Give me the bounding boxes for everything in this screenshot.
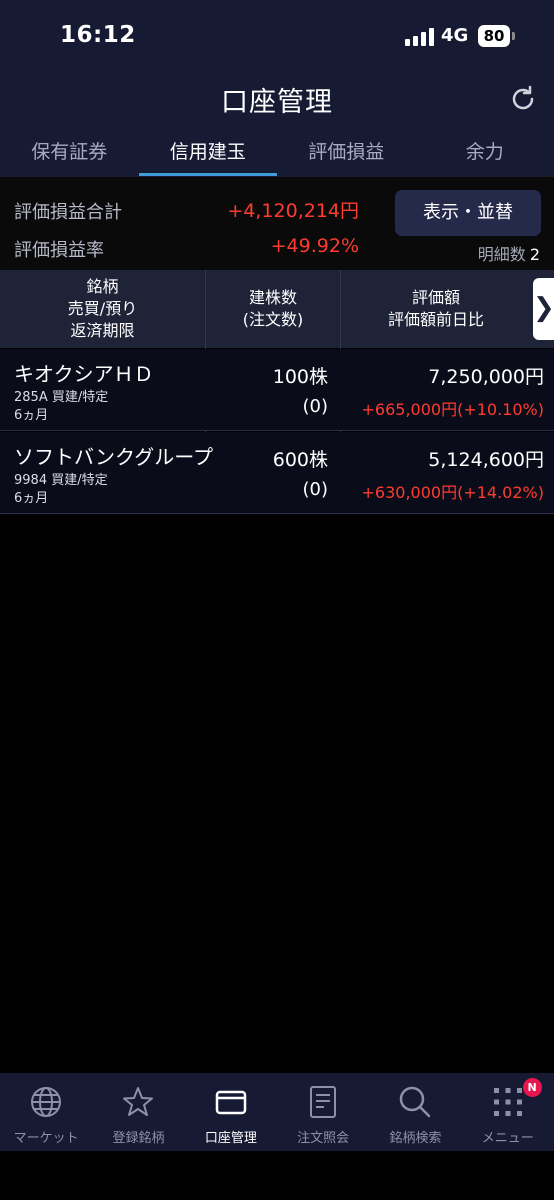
stock-code-type: 285A 買建/特定 [14,390,109,405]
stock-term: 6ヵ月 [14,491,49,506]
valuation-change: +630,000円(+14.02%) [361,483,544,502]
stock-name: ソフトバンクグループ [14,445,213,469]
detail-count: 明細数 2 [478,241,540,265]
nav-watchlist[interactable]: 登録銘柄 [92,1073,184,1151]
detail-count-value: 2 [529,245,540,264]
valuation: 5,124,600円 [428,449,544,471]
table-header: 銘柄 売買/預り 返済期限 建株数 (注文数) 評価額 評価額前日比 [0,270,554,348]
battery-tip [512,32,515,40]
tab-buying-power[interactable]: 余力 [416,132,554,176]
signal-icon [405,28,435,46]
globe-icon [31,1087,62,1117]
grid-menu-icon [493,1088,522,1116]
status-time: 16:12 [60,22,136,48]
scroll-right-button[interactable]: ❯ [533,278,554,340]
total-pl-value: +4,120,214円 [227,200,359,222]
nav-menu[interactable]: N メニュー [462,1073,554,1151]
star-icon [123,1087,154,1116]
nav-account[interactable]: 口座管理 [185,1073,277,1151]
order-quantity: (0) [302,479,329,500]
page-title: 口座管理 [221,87,333,118]
valuation: 7,250,000円 [428,366,544,388]
nav-label: 銘柄検索 [389,1131,442,1146]
tab-bar: 保有証券 信用建玉 評価損益 余力 [0,132,554,176]
table-row[interactable]: キオクシアＨＤ 285A 買建/特定 6ヵ月 100株 (0) 7,250,00… [0,349,554,431]
total-pl-label: 評価損益合計 [14,202,122,223]
nav-label: マーケット [13,1131,79,1146]
pl-rate-value: +49.92% [270,235,359,257]
order-quantity: (0) [302,396,329,417]
document-icon [310,1086,337,1118]
search-icon [400,1086,431,1118]
bottom-nav: マーケット 登録銘柄 口座管理 注文照会 銘柄検索 N メニュー [0,1073,554,1151]
nav-label: 口座管理 [204,1131,257,1146]
detail-count-label: 明細数 [477,245,526,264]
header-symbol[interactable]: 銘柄 売買/預り 返済期限 [0,270,205,348]
nav-orders[interactable]: 注文照会 [277,1073,369,1151]
chevron-right-icon: ❯ [533,293,554,323]
tab-margin-positions[interactable]: 信用建玉 [138,132,278,176]
nav-label: 注文照会 [297,1131,350,1146]
status-bar: 16:12 4G 80 [0,0,554,66]
stock-name: キオクシアＨＤ [14,362,154,386]
home-indicator-area [0,1151,554,1200]
header-quantity[interactable]: 建株数 (注文数) [206,270,340,348]
nav-stock-search[interactable]: 銘柄検索 [369,1073,461,1151]
position-quantity: 600株 [272,449,328,471]
stock-term: 6ヵ月 [14,408,49,423]
tab-profit-loss[interactable]: 評価損益 [277,132,416,176]
card-icon [215,1090,247,1115]
stock-code-type: 9984 買建/特定 [14,473,108,488]
nav-label: メニュー [481,1131,534,1146]
summary-panel: 評価損益合計 +4,120,214円 評価損益率 +49.92% 表示・並替 明… [0,176,554,270]
nav-label: 登録銘柄 [112,1131,165,1146]
battery-icon: 80 [478,25,510,47]
header-valuation[interactable]: 評価額 評価額前日比 [341,270,531,348]
refresh-icon[interactable] [508,84,538,114]
pl-rate-label: 評価損益率 [14,240,104,261]
table-row[interactable]: ソフトバンクグループ 9984 買建/特定 6ヵ月 600株 (0) 5,124… [0,432,554,514]
network-type: 4G [441,25,469,46]
display-sort-button[interactable]: 表示・並替 [395,190,541,236]
notification-badge: N [522,1078,542,1097]
app-header: 口座管理 保有証券 信用建玉 評価損益 余力 [0,66,554,176]
tab-holdings[interactable]: 保有証券 [0,132,139,176]
valuation-change: +665,000円(+10.10%) [361,400,544,419]
nav-market[interactable]: マーケット [0,1073,92,1151]
position-quantity: 100株 [272,366,328,388]
